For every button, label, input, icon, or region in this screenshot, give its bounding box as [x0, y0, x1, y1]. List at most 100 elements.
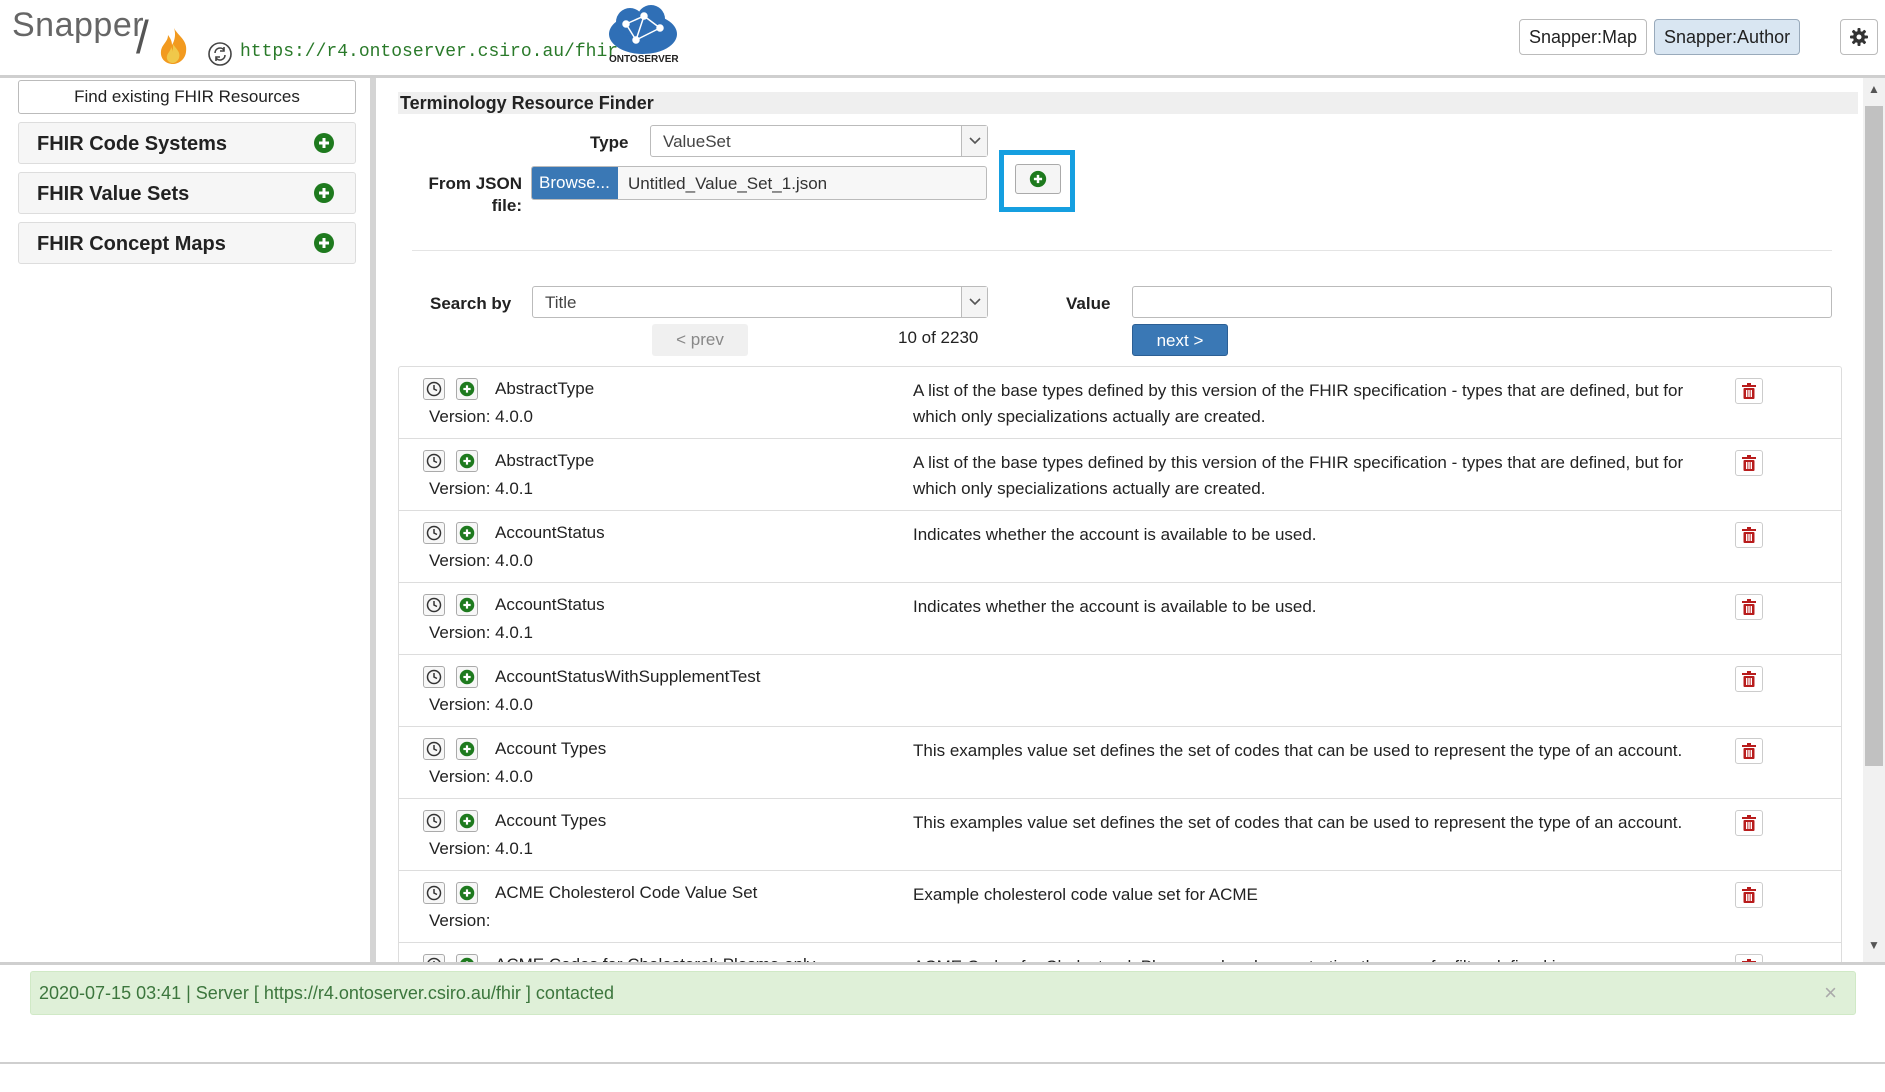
history-button[interactable]	[423, 378, 445, 400]
trash-icon	[1742, 671, 1756, 687]
add-circle-icon	[459, 381, 475, 397]
sidebar-item-label: FHIR Code Systems	[37, 133, 228, 155]
result-row[interactable]: Account Types Version: 4.0.0 This examples…	[399, 727, 1841, 799]
scroll-up-arrow[interactable]: ▲	[1863, 82, 1885, 100]
history-button[interactable]	[423, 882, 445, 904]
sidebar-item-code-systems[interactable]: FHIR Code Systems	[18, 122, 356, 164]
add-circle-icon[interactable]	[313, 182, 335, 204]
add-circle-icon[interactable]	[313, 132, 335, 154]
delete-button[interactable]	[1735, 738, 1763, 764]
server-url[interactable]: https://r4.ontoserver.csiro.au/fhir	[240, 42, 618, 62]
resource-name[interactable]: ACME Cholesterol Code Value Set	[495, 883, 757, 903]
result-row[interactable]: AccountStatusWithSupplementTest Version: …	[399, 655, 1841, 727]
chevron-down-icon	[961, 126, 987, 156]
history-button[interactable]	[423, 810, 445, 832]
delete-button[interactable]	[1735, 954, 1763, 962]
result-row[interactable]: ACME Codes for Cholesterol: Plasma only A…	[399, 943, 1841, 962]
add-circle-icon[interactable]	[313, 232, 335, 254]
history-button[interactable]	[423, 666, 445, 688]
scrollbar[interactable]: ▲ ▼	[1863, 78, 1885, 962]
add-button[interactable]	[456, 738, 478, 760]
history-button[interactable]	[423, 594, 445, 616]
delete-button[interactable]	[1735, 450, 1763, 476]
search-by-value: Title	[545, 293, 577, 312]
resource-name[interactable]: AbstractType	[495, 379, 594, 399]
resource-name[interactable]: AccountStatus	[495, 595, 605, 615]
trash-icon	[1742, 743, 1756, 759]
scroll-thumb[interactable]	[1865, 106, 1883, 766]
history-button[interactable]	[423, 954, 445, 962]
resource-name[interactable]: AccountStatus	[495, 523, 605, 543]
bottom-divider	[0, 1062, 1885, 1064]
close-icon[interactable]: ×	[1824, 980, 1837, 1006]
history-button[interactable]	[423, 450, 445, 472]
resource-name[interactable]: Account Types	[495, 739, 606, 759]
resource-name[interactable]: AccountStatusWithSupplementTest	[495, 667, 761, 687]
add-button[interactable]	[456, 810, 478, 832]
add-circle-icon	[459, 453, 475, 469]
snapper-author-button[interactable]: Snapper:Author	[1654, 19, 1801, 55]
prev-page-button[interactable]: < prev	[652, 324, 748, 356]
delete-button[interactable]	[1735, 810, 1763, 836]
resource-name[interactable]: AbstractType	[495, 451, 594, 471]
sidebar-item-concept-maps[interactable]: FHIR Concept Maps	[18, 222, 356, 264]
browse-button[interactable]: Browse...	[532, 167, 618, 199]
add-button[interactable]	[456, 594, 478, 616]
add-button[interactable]	[456, 954, 478, 962]
add-circle-icon	[459, 669, 475, 685]
resource-version: Version:	[429, 911, 491, 930]
delete-button[interactable]	[1735, 378, 1763, 404]
search-by-label: Search by	[430, 294, 512, 313]
add-circle-icon	[459, 813, 475, 829]
logo-slash: /	[136, 11, 149, 63]
add-button[interactable]	[456, 882, 478, 904]
status-message: 2020-07-15 03:41 | Server [ https://r4.o…	[30, 971, 1856, 1015]
add-button[interactable]	[456, 666, 478, 688]
find-resources-button[interactable]: Find existing FHIR Resources	[18, 80, 356, 114]
resource-version: Version: 4.0.0	[429, 407, 533, 426]
sidebar-item-value-sets[interactable]: FHIR Value Sets	[18, 172, 356, 214]
resource-description: ACME Codes for Cholesterol: Plasma only …	[913, 954, 1723, 962]
result-row[interactable]: AbstractType Version: 4.0.0 A list of the …	[399, 367, 1841, 439]
scroll-down-arrow[interactable]: ▼	[1863, 938, 1885, 956]
resource-version: Version: 4.0.1	[429, 623, 533, 642]
sidebar: Find existing FHIR Resources FHIR Code S…	[0, 78, 376, 962]
resource-description: A list of the base types defined by this…	[913, 381, 1684, 426]
add-button[interactable]	[456, 450, 478, 472]
resource-name[interactable]: ACME Codes for Cholesterol: Plasma only	[495, 955, 815, 962]
trash-icon	[1742, 527, 1756, 543]
resource-version: Version: 4.0.0	[429, 767, 533, 786]
trash-icon	[1742, 599, 1756, 615]
json-file-input[interactable]: Browse... Untitled_Value_Set_1.json	[531, 166, 987, 200]
type-select[interactable]: ValueSet	[650, 125, 988, 157]
clock-icon	[426, 885, 442, 901]
resource-name[interactable]: Account Types	[495, 811, 606, 831]
history-button[interactable]	[423, 738, 445, 760]
flame-icon	[160, 28, 187, 64]
history-button[interactable]	[423, 522, 445, 544]
add-button[interactable]	[456, 522, 478, 544]
selected-file-name: Untitled_Value_Set_1.json	[628, 174, 828, 193]
result-row[interactable]: AccountStatus Version: 4.0.1 Indicates whe…	[399, 583, 1841, 655]
next-page-button[interactable]: next >	[1132, 324, 1228, 356]
delete-button[interactable]	[1735, 594, 1763, 620]
result-row[interactable]: AbstractType Version: 4.0.1 A list of the …	[399, 439, 1841, 511]
delete-button[interactable]	[1735, 882, 1763, 908]
trash-icon	[1742, 815, 1756, 831]
results-list: AbstractType Version: 4.0.0 A list of the …	[398, 366, 1842, 962]
refresh-icon[interactable]	[207, 41, 233, 67]
result-row[interactable]: ACME Cholesterol Code Value Set Version: E…	[399, 871, 1841, 943]
trash-icon	[1742, 383, 1756, 399]
delete-button[interactable]	[1735, 522, 1763, 548]
add-button[interactable]	[456, 378, 478, 400]
snapper-map-button[interactable]: Snapper:Map	[1519, 19, 1648, 55]
status-text: 2020-07-15 03:41 | Server [ https://r4.o…	[39, 983, 614, 1003]
settings-button[interactable]	[1840, 19, 1878, 55]
search-by-select[interactable]: Title	[532, 286, 988, 318]
load-json-button[interactable]	[1015, 164, 1061, 194]
sidebar-item-label: FHIR Concept Maps	[37, 233, 226, 255]
result-row[interactable]: Account Types Version: 4.0.1 This examples…	[399, 799, 1841, 871]
delete-button[interactable]	[1735, 666, 1763, 692]
result-row[interactable]: AccountStatus Version: 4.0.0 Indicates whe…	[399, 511, 1841, 583]
value-search-input[interactable]	[1132, 286, 1832, 318]
